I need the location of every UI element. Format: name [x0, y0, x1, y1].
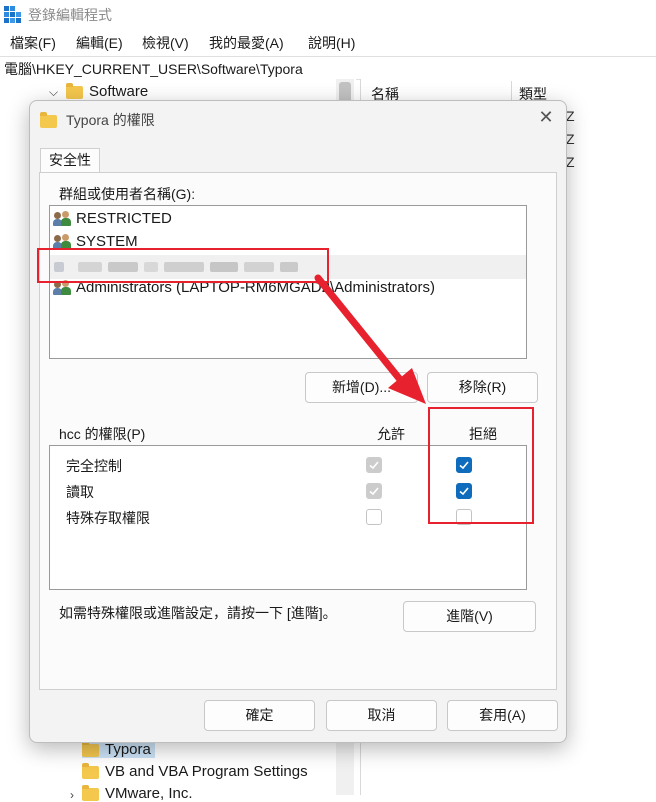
- address-path: 電腦\HKEY_CURRENT_USER\Software\Typora: [4, 61, 303, 77]
- ok-button[interactable]: 確定: [204, 700, 315, 731]
- allow-read-checkbox: [366, 483, 382, 499]
- tree-item-vb-vba[interactable]: VB and VBA Program Settings: [82, 762, 308, 780]
- allow-special-checkbox: [366, 509, 382, 525]
- allow-column-header: 允許: [377, 426, 405, 442]
- list-item[interactable]: Z: [566, 131, 575, 147]
- folder-icon: [82, 762, 99, 779]
- permissions-label: hcc 的權限(P): [59, 426, 146, 442]
- menu-file[interactable]: 檔案(F): [10, 33, 56, 53]
- allow-full-control-checkbox: [366, 457, 382, 473]
- menu-bar: 檔案(F) 編輯(E) 檢視(V) 我的最愛(A) 說明(H): [0, 30, 656, 54]
- add-button[interactable]: 新增(D)...: [305, 372, 418, 403]
- address-bar[interactable]: 電腦\HKEY_CURRENT_USER\Software\Typora: [0, 56, 656, 80]
- annotation-deny-box: [428, 407, 534, 524]
- dialog-title: Typora 的權限: [66, 112, 155, 128]
- regedit-app-icon: [4, 6, 22, 24]
- perm-special: 特殊存取權限: [66, 510, 150, 526]
- tree-item-vmware[interactable]: VMware, Inc.: [82, 784, 193, 802]
- menu-edit[interactable]: 編輯(E): [76, 33, 123, 53]
- advanced-button[interactable]: 進階(V): [403, 601, 536, 632]
- tree-item-typora[interactable]: Typora: [82, 740, 155, 758]
- annotation-user-box: [37, 248, 329, 283]
- folder-icon: [66, 82, 83, 99]
- menu-help[interactable]: 說明(H): [308, 33, 355, 53]
- group-users-label: 群組或使用者名稱(G):: [59, 186, 196, 202]
- perm-full-control: 完全控制: [66, 458, 122, 474]
- remove-button[interactable]: 移除(R): [427, 372, 538, 403]
- perm-read: 讀取: [66, 484, 94, 500]
- list-item[interactable]: Z: [566, 108, 575, 124]
- chevron-right-icon[interactable]: ›: [70, 788, 74, 802]
- folder-icon: [82, 784, 99, 801]
- menu-favorites[interactable]: 我的最愛(A): [209, 33, 284, 53]
- menu-view[interactable]: 檢視(V): [142, 33, 189, 53]
- chevron-down-icon[interactable]: ⌵: [49, 85, 58, 100]
- folder-icon: [40, 111, 57, 128]
- close-icon[interactable]: ✕: [536, 107, 556, 127]
- cancel-button[interactable]: 取消: [326, 700, 437, 731]
- users-icon: [53, 211, 72, 227]
- apply-button[interactable]: 套用(A): [447, 700, 558, 731]
- window-title: 登錄編輯程式: [28, 7, 112, 23]
- advanced-hint: 如需特殊權限或進階設定，請按一下 [進階]。: [59, 605, 337, 621]
- tree-item-software[interactable]: Software: [66, 82, 148, 100]
- list-item[interactable]: Z: [566, 154, 575, 170]
- tab-security[interactable]: 安全性: [40, 148, 100, 174]
- column-separator[interactable]: [511, 81, 512, 101]
- folder-icon: [82, 740, 99, 757]
- user-row-restricted[interactable]: RESTRICTED: [53, 210, 172, 232]
